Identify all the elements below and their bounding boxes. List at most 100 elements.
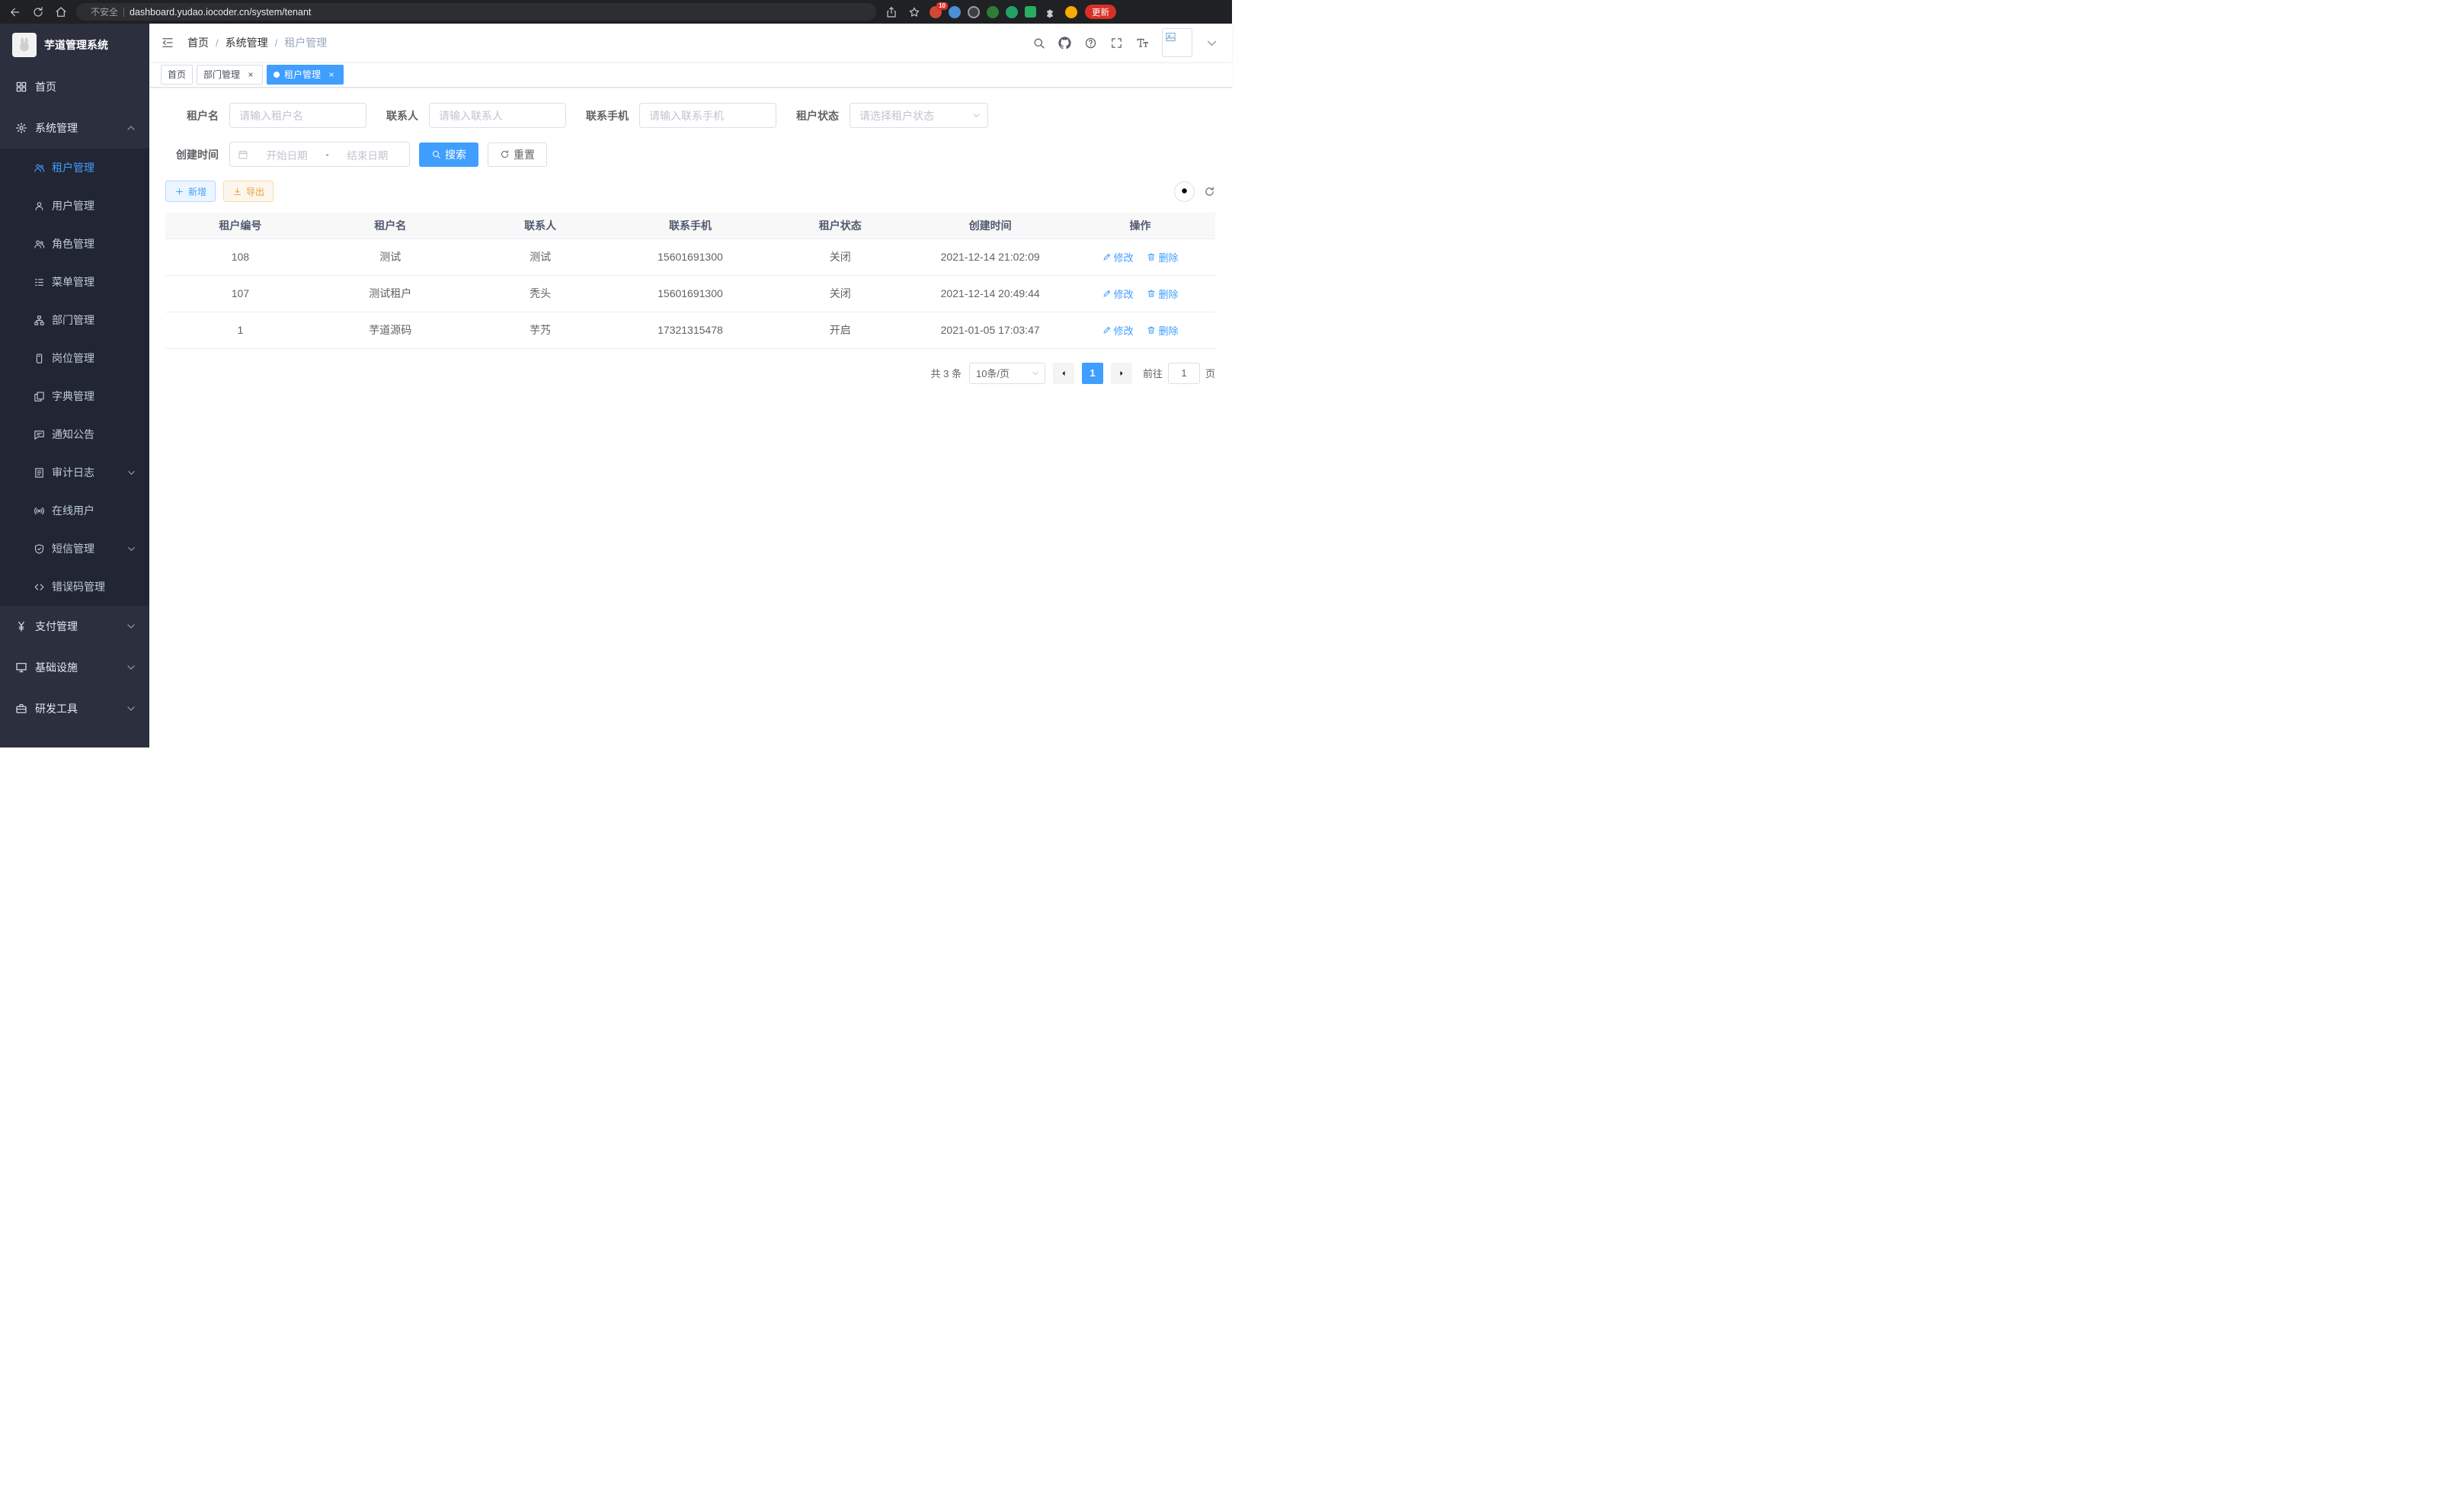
- edit-button[interactable]: 修改: [1102, 250, 1134, 264]
- table-row: 1 芋道源码 芋艿 17321315478 开启 2021-01-05 17:0…: [165, 312, 1215, 348]
- sidebar-item-infra[interactable]: 基础设施: [0, 647, 149, 688]
- chevron-up-icon: [125, 122, 137, 134]
- sidebar-item-dept[interactable]: 部门管理: [0, 301, 149, 339]
- sidebar-item-label: 研发工具: [35, 701, 78, 716]
- sidebar-item-payment[interactable]: 支付管理: [0, 606, 149, 647]
- extension-icon-blue[interactable]: [949, 6, 961, 18]
- date-range-picker[interactable]: 开始日期 - 结束日期: [229, 142, 410, 167]
- sidebar-item-user[interactable]: 用户管理: [0, 187, 149, 225]
- fullscreen-icon[interactable]: [1110, 37, 1123, 50]
- phone-input[interactable]: [639, 103, 776, 128]
- browser-back-icon[interactable]: [8, 5, 23, 20]
- sidebar-item-post[interactable]: 岗位管理: [0, 339, 149, 377]
- cell-contact: 芋艿: [466, 312, 616, 348]
- search-button[interactable]: 搜索: [419, 142, 478, 167]
- export-button[interactable]: 导出: [223, 181, 274, 202]
- close-icon[interactable]: ×: [326, 69, 337, 80]
- extension-icon-red[interactable]: 10: [930, 6, 942, 18]
- breadcrumb-separator: /: [275, 37, 278, 49]
- filter-label: 联系人: [386, 108, 418, 123]
- add-button[interactable]: 新增: [165, 181, 216, 202]
- sidebar-item-sms[interactable]: 短信管理: [0, 530, 149, 568]
- avatar-caret-icon[interactable]: [1205, 37, 1218, 50]
- tag-tenant-active[interactable]: 租户管理 ×: [267, 65, 344, 85]
- sidebar-toggle-button[interactable]: [149, 36, 186, 50]
- contact-input[interactable]: [429, 103, 566, 128]
- share-icon[interactable]: [884, 5, 899, 20]
- col-phone: 联系手机: [616, 213, 766, 238]
- active-dot: [274, 72, 280, 78]
- extension-icon-green-circle[interactable]: [987, 6, 999, 18]
- page-size-select[interactable]: 10条/页: [969, 363, 1045, 384]
- badge-icon: [34, 353, 45, 364]
- sidebar-item-label: 审计日志: [52, 465, 94, 480]
- cell-created: 2021-12-14 21:02:09: [915, 238, 1065, 275]
- breadcrumb-system[interactable]: 系统管理: [226, 35, 268, 50]
- toggle-search-button[interactable]: [1174, 181, 1195, 202]
- extension-icon-green-logo[interactable]: [1006, 6, 1018, 18]
- breadcrumb-home[interactable]: 首页: [187, 35, 209, 50]
- edit-button[interactable]: 修改: [1102, 323, 1134, 338]
- url-text[interactable]: dashboard.yudao.iocoder.cn/system/tenant: [130, 7, 311, 18]
- roles-icon: [34, 238, 45, 250]
- extension-icon-dark[interactable]: [968, 6, 980, 18]
- sidebar-item-audit-log[interactable]: 审计日志: [0, 453, 149, 491]
- col-contact: 联系人: [466, 213, 616, 238]
- prev-page-button[interactable]: [1053, 363, 1074, 384]
- extension-badge: 10: [936, 2, 948, 10]
- col-actions: 操作: [1065, 213, 1215, 238]
- sidebar-item-role[interactable]: 角色管理: [0, 225, 149, 263]
- message-icon: [34, 429, 45, 440]
- sidebar-item-errcode[interactable]: 错误码管理: [0, 568, 149, 606]
- cell-actions: 修改 删除: [1065, 312, 1215, 348]
- extensions-strip: 10: [930, 5, 1077, 20]
- online-signal-icon: [34, 505, 45, 517]
- browser-reload-icon[interactable]: [30, 5, 46, 20]
- tenant-name-input[interactable]: [229, 103, 366, 128]
- status-select[interactable]: 请选择租户状态: [850, 103, 988, 128]
- reset-button[interactable]: 重置: [488, 142, 547, 167]
- top-navbar: 首页 / 系统管理 / 租户管理: [149, 24, 1232, 62]
- close-icon[interactable]: ×: [245, 69, 256, 80]
- sidebar-item-devtools[interactable]: 研发工具: [0, 688, 149, 729]
- help-icon[interactable]: [1084, 37, 1097, 50]
- sidebar-item-label: 错误码管理: [52, 579, 105, 594]
- edit-button[interactable]: 修改: [1102, 287, 1134, 301]
- sidebar-item-online-user[interactable]: 在线用户: [0, 491, 149, 530]
- goto-page-input[interactable]: [1168, 363, 1200, 384]
- extensions-puzzle-icon[interactable]: [1043, 5, 1058, 20]
- filter-status: 租户状态 请选择租户状态: [796, 103, 988, 128]
- sidebar-item-system[interactable]: 系统管理: [0, 107, 149, 149]
- page-number-1[interactable]: 1: [1082, 363, 1103, 384]
- browser-home-icon[interactable]: [53, 5, 69, 20]
- sidebar-item-tenant[interactable]: 租户管理: [0, 149, 149, 187]
- delete-button[interactable]: 删除: [1147, 287, 1178, 301]
- sidebar-item-dict[interactable]: 字典管理: [0, 377, 149, 415]
- sidebar-item-menu[interactable]: 菜单管理: [0, 263, 149, 301]
- filter-label: 租户名: [165, 108, 219, 123]
- security-label[interactable]: 不安全: [91, 5, 118, 18]
- github-icon[interactable]: [1058, 37, 1071, 50]
- sidebar-item-notice[interactable]: 通知公告: [0, 415, 149, 453]
- bookmark-star-icon[interactable]: [907, 5, 922, 20]
- tag-home[interactable]: 首页: [161, 65, 193, 85]
- address-bar[interactable]: 不安全 dashboard.yudao.iocoder.cn/system/te…: [76, 3, 876, 21]
- refresh-table-button[interactable]: [1204, 186, 1215, 197]
- extension-icon-green-square[interactable]: [1025, 6, 1036, 18]
- delete-button[interactable]: 删除: [1147, 323, 1178, 338]
- browser-update-button[interactable]: 更新: [1085, 5, 1116, 19]
- tag-dept[interactable]: 部门管理 ×: [197, 65, 263, 85]
- sidebar-item-label: 角色管理: [52, 236, 94, 251]
- page-unit-label: 页: [1205, 366, 1215, 380]
- font-size-icon[interactable]: [1136, 37, 1149, 50]
- header-search-icon[interactable]: [1032, 37, 1045, 50]
- system-submenu: 租户管理 用户管理 角色管理 菜单管理 部门管理: [0, 149, 149, 606]
- reset-button-label: 重置: [514, 147, 535, 162]
- sidebar-item-home[interactable]: 首页: [0, 66, 149, 107]
- app-logo[interactable]: 芋道管理系统: [0, 24, 149, 66]
- user-avatar[interactable]: [1162, 28, 1192, 57]
- profile-avatar[interactable]: [1065, 6, 1077, 18]
- next-page-button[interactable]: [1111, 363, 1132, 384]
- breadcrumb: 首页 / 系统管理 / 租户管理: [187, 35, 327, 50]
- delete-button[interactable]: 删除: [1147, 250, 1178, 264]
